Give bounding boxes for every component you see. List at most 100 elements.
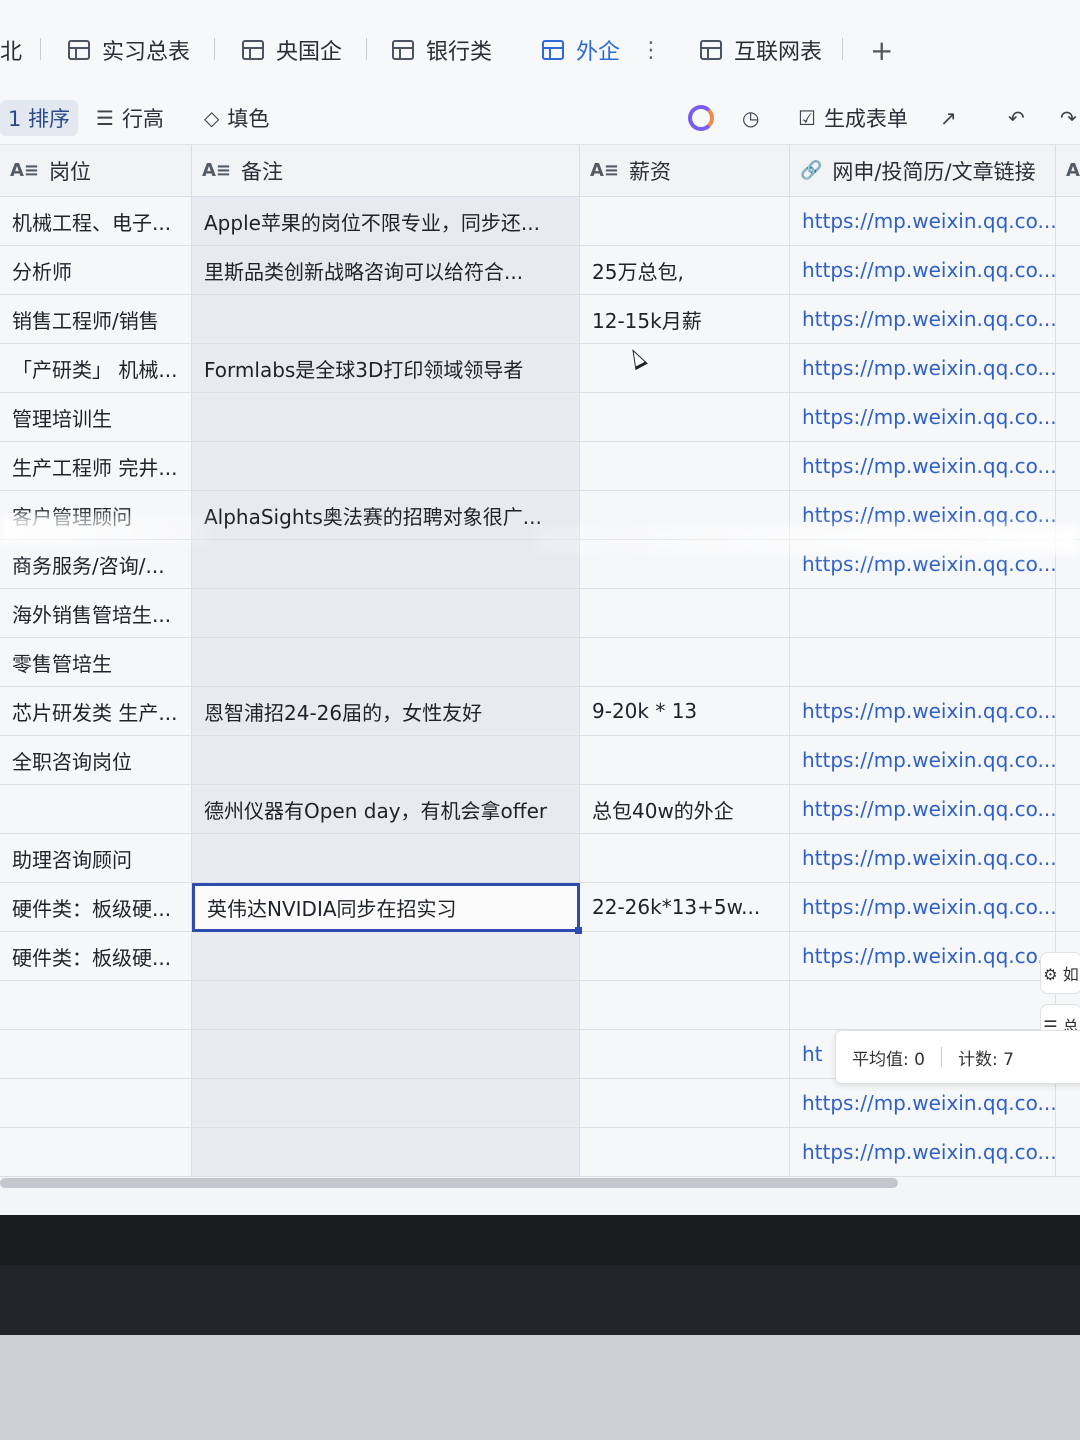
cell-extra[interactable] (1056, 344, 1080, 393)
cell-salary[interactable] (580, 932, 790, 981)
tab-soe[interactable]: 央国企 (242, 30, 342, 70)
table-row[interactable]: 管理培训生 https://mp.weixin.qq.co... (0, 393, 1080, 442)
row-height-button[interactable]: ☰ 行高 (96, 100, 164, 136)
cell-link[interactable]: https://mp.weixin.qq.co... (790, 442, 1056, 491)
cell-extra[interactable] (1056, 785, 1080, 834)
table-row[interactable]: 机械工程、电子... Apple苹果的岗位不限专业，同步还... https://m… (0, 197, 1080, 246)
cell-salary[interactable] (580, 442, 790, 491)
table-row[interactable]: 销售工程师/销售 12-15k月薪 https://mp.weixin.qq.co.… (0, 295, 1080, 344)
column-header-position[interactable]: A≡ 岗位 (0, 145, 192, 197)
cell-salary[interactable] (580, 344, 790, 393)
cell-extra[interactable] (1056, 393, 1080, 442)
table-row[interactable]: 德州仪器有Open day，有机会拿offer 总包40w的外企 https://m… (0, 785, 1080, 834)
cell-position[interactable]: 芯片研发类 生产... (0, 687, 192, 736)
cell-position[interactable]: 硬件类：板级硬... (0, 883, 192, 932)
cell-link[interactable] (790, 589, 1056, 638)
cell-salary[interactable] (580, 981, 790, 1030)
tab-internet[interactable]: 互联网表 (700, 30, 822, 70)
cell-position[interactable]: 「产研类」 机械... (0, 344, 192, 393)
tab-partial[interactable]: 北 (0, 30, 22, 70)
generate-form-button[interactable]: ☑ 生成表单 (798, 100, 908, 136)
cell-note[interactable]: Formlabs是全球3D打印领域领导者 (192, 344, 580, 393)
cell-position[interactable]: 管理培训生 (0, 393, 192, 442)
cell-salary[interactable]: 总包40w的外企 (580, 785, 790, 834)
redo-button[interactable]: ↷ (1060, 100, 1080, 136)
cell-link[interactable]: https://mp.weixin.qq.co... (790, 295, 1056, 344)
fill-color-button[interactable]: ◇ 填色 (204, 100, 269, 136)
cell-note-selected[interactable]: 英伟达NVIDIA同步在招实习 (192, 883, 580, 932)
cell-note[interactable]: 德州仪器有Open day，有机会拿offer (192, 785, 580, 834)
tab-internship-summary[interactable]: 实习总表 (68, 30, 190, 70)
cell-link[interactable]: https://mp.weixin.qq.co... (790, 785, 1056, 834)
ai-button[interactable] (688, 100, 714, 136)
cell-extra[interactable] (1056, 442, 1080, 491)
cell-link[interactable] (790, 638, 1056, 687)
table-row[interactable]: https://mp.weixin.qq.co... (0, 1128, 1080, 1177)
cell-position[interactable] (0, 1079, 192, 1128)
cell-extra[interactable] (1056, 197, 1080, 246)
cell-position[interactable] (0, 1128, 192, 1177)
table-row[interactable]: 芯片研发类 生产... 恩智浦招24-26届的，女性友好 9-20k * 13 htt… (0, 687, 1080, 736)
table-row[interactable] (0, 981, 1080, 1030)
cell-note[interactable] (192, 540, 580, 589)
column-header-link[interactable]: 🔗 网申/投简历/文章链接 (790, 145, 1056, 197)
cell-note[interactable]: 恩智浦招24-26届的，女性友好 (192, 687, 580, 736)
cell-extra[interactable] (1056, 589, 1080, 638)
cell-link[interactable]: https://mp.weixin.qq.co... (790, 344, 1056, 393)
cell-extra[interactable] (1056, 883, 1080, 932)
cell-link[interactable]: https://mp.weixin.qq.co... (790, 834, 1056, 883)
cell-salary[interactable] (580, 834, 790, 883)
cell-position[interactable]: 分析师 (0, 246, 192, 295)
share-button[interactable]: ↗ (940, 100, 965, 136)
cell-extra[interactable] (1056, 1079, 1080, 1128)
table-row[interactable]: 全职咨询岗位 https://mp.weixin.qq.co... (0, 736, 1080, 785)
cell-salary[interactable]: 12-15k月薪 (580, 295, 790, 344)
cell-link[interactable]: https://mp.weixin.qq.co... (790, 736, 1056, 785)
cell-note[interactable] (192, 1030, 580, 1079)
table-row[interactable]: 海外销售管培生... (0, 589, 1080, 638)
cell-salary[interactable] (580, 1079, 790, 1128)
cell-salary[interactable]: 25万总包, (580, 246, 790, 295)
cell-extra[interactable] (1056, 736, 1080, 785)
cell-position[interactable]: 硬件类：板级硬... (0, 932, 192, 981)
tab-foreign-companies[interactable]: 外企 (542, 30, 620, 70)
history-button[interactable]: ◷ (742, 100, 767, 136)
cell-salary[interactable] (580, 1128, 790, 1177)
cell-link[interactable]: https://mp.weixin.qq.co... (790, 1128, 1056, 1177)
cell-position[interactable]: 生产工程师 完井... (0, 442, 192, 491)
cell-link[interactable]: https://mp.weixin.qq.co... (790, 393, 1056, 442)
add-tab-button[interactable]: + (870, 30, 893, 70)
table-row[interactable]: 零售管培生 (0, 638, 1080, 687)
cell-note[interactable] (192, 589, 580, 638)
cell-extra[interactable] (1056, 295, 1080, 344)
cell-note[interactable] (192, 393, 580, 442)
cell-note[interactable] (192, 442, 580, 491)
cell-note[interactable] (192, 736, 580, 785)
cell-note[interactable] (192, 1079, 580, 1128)
cell-note[interactable]: 里斯品类创新战略咨询可以给符合... (192, 246, 580, 295)
cell-link[interactable]: https://mp.weixin.qq.co... (790, 197, 1056, 246)
horizontal-scrollbar[interactable] (0, 1178, 898, 1188)
tab-banks[interactable]: 银行类 (392, 30, 492, 70)
cell-extra[interactable] (1056, 1128, 1080, 1177)
cell-salary[interactable] (580, 638, 790, 687)
cell-link[interactable]: https://mp.weixin.qq.co... (790, 1079, 1056, 1128)
cell-position[interactable] (0, 981, 192, 1030)
table-row[interactable]: 助理咨询顾问 https://mp.weixin.qq.co... (0, 834, 1080, 883)
cell-link[interactable]: https://mp.weixin.qq.co... (790, 883, 1056, 932)
cell-position[interactable]: 全职咨询岗位 (0, 736, 192, 785)
table-row[interactable]: 分析师 里斯品类创新战略咨询可以给符合... 25万总包, https://mp.we… (0, 246, 1080, 295)
cell-position[interactable] (0, 1030, 192, 1079)
cell-extra[interactable] (1056, 638, 1080, 687)
cell-salary[interactable] (580, 1030, 790, 1079)
cell-link[interactable]: https://mp.weixin.qq.co... (790, 932, 1056, 981)
cell-note[interactable]: Apple苹果的岗位不限专业，同步还... (192, 197, 580, 246)
cell-note[interactable] (192, 295, 580, 344)
cell-position[interactable]: 商务服务/咨询/... (0, 540, 192, 589)
cell-link[interactable]: https://mp.weixin.qq.co... (790, 246, 1056, 295)
cell-salary[interactable] (580, 197, 790, 246)
table-row[interactable]: 硬件类：板级硬... 英伟达NVIDIA同步在招实习 22-26k*13+5w...… (0, 883, 1080, 932)
cell-extra[interactable] (1056, 246, 1080, 295)
column-header-extra[interactable]: A≡ (1056, 145, 1080, 197)
cell-note[interactable] (192, 932, 580, 981)
